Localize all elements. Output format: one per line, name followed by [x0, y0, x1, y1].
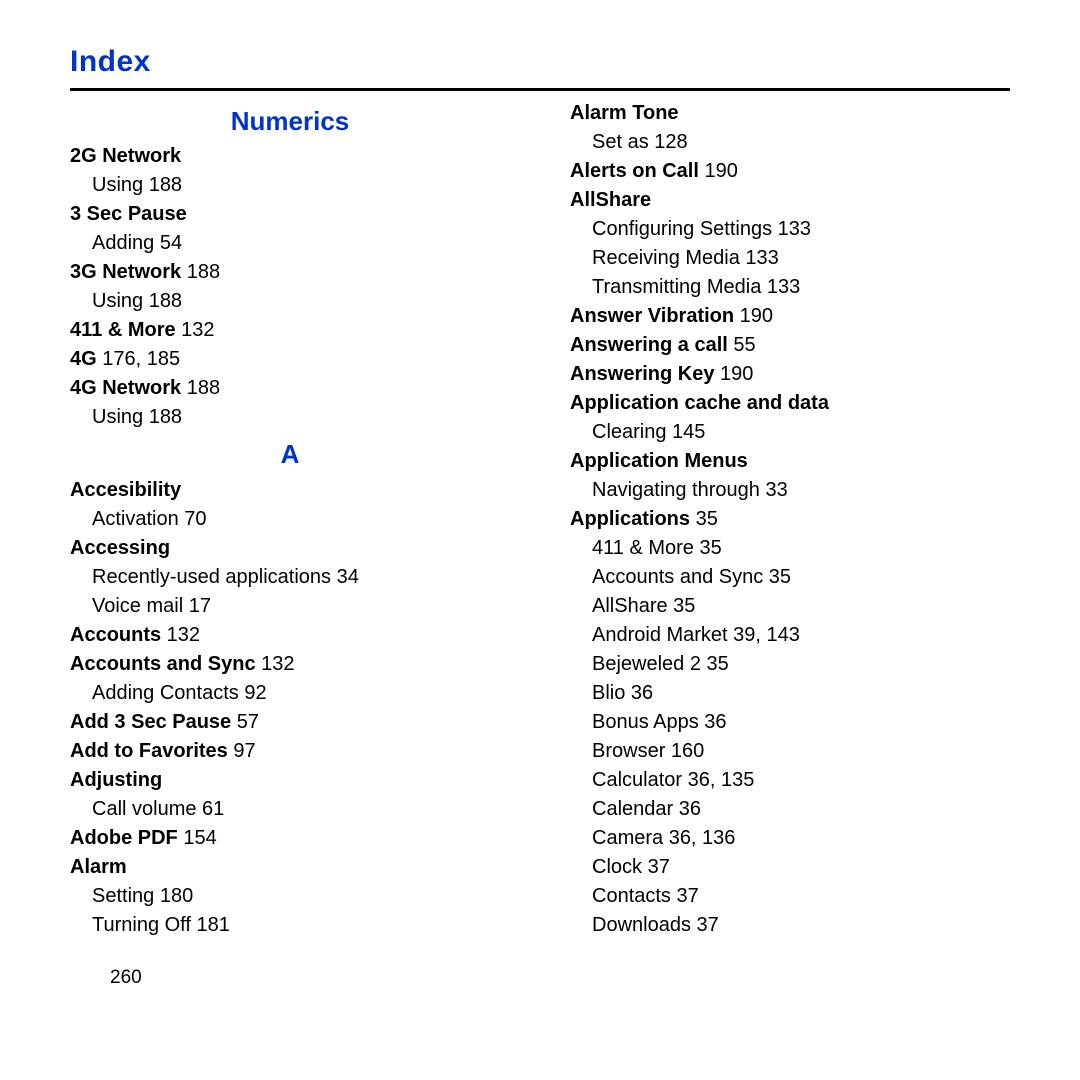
page-title: Index — [70, 40, 1010, 91]
index-topic: 4G 176, 185 — [70, 345, 510, 374]
index-subentry: Clock 37 — [570, 853, 1010, 882]
index-subentry: Camera 36, 136 — [570, 824, 1010, 853]
index-subentry: Receiving Media 133 — [570, 244, 1010, 273]
index-topic: 3G Network 188 — [70, 258, 510, 287]
index-subentry: Setting 180 — [70, 882, 510, 911]
index-topic: 3 Sec Pause — [70, 200, 510, 229]
index-block-numerics: 2G NetworkUsing 1883 Sec PauseAdding 543… — [70, 142, 510, 432]
index-block-a-right: Alarm ToneSet as 128Alerts on Call 190Al… — [570, 99, 1010, 940]
index-topic: Alerts on Call 190 — [570, 157, 1010, 186]
index-subentry: Contacts 37 — [570, 882, 1010, 911]
index-topic: Adjusting — [70, 766, 510, 795]
index-subentry: Turning Off 181 — [70, 911, 510, 940]
index-block-a-left: AccesibilityActivation 70AccessingRecent… — [70, 476, 510, 940]
column-left: Numerics 2G NetworkUsing 1883 Sec PauseA… — [70, 99, 510, 992]
index-subentry: Activation 70 — [70, 505, 510, 534]
section-header-a: A — [70, 436, 510, 474]
column-right: Alarm ToneSet as 128Alerts on Call 190Al… — [570, 99, 1010, 992]
index-topic: Answer Vibration 190 — [570, 302, 1010, 331]
index-subentry: Using 188 — [70, 403, 510, 432]
index-subentry: Transmitting Media 133 — [570, 273, 1010, 302]
index-subentry: Call volume 61 — [70, 795, 510, 824]
index-topic: Application Menus — [570, 447, 1010, 476]
index-topic: Accesibility — [70, 476, 510, 505]
index-topic: Accounts and Sync 132 — [70, 650, 510, 679]
index-subentry: Browser 160 — [570, 737, 1010, 766]
index-subentry: Bejeweled 2 35 — [570, 650, 1010, 679]
index-topic: 4G Network 188 — [70, 374, 510, 403]
index-subentry: Adding 54 — [70, 229, 510, 258]
index-topic: 411 & More 132 — [70, 316, 510, 345]
index-subentry: Bonus Apps 36 — [570, 708, 1010, 737]
index-subentry: AllShare 35 — [570, 592, 1010, 621]
page-number: 260 — [70, 964, 510, 992]
index-topic: Accounts 132 — [70, 621, 510, 650]
index-subentry: 411 & More 35 — [570, 534, 1010, 563]
index-topic: 2G Network — [70, 142, 510, 171]
index-subentry: Calendar 36 — [570, 795, 1010, 824]
index-topic: AllShare — [570, 186, 1010, 215]
index-subentry: Accounts and Sync 35 — [570, 563, 1010, 592]
index-topic: Answering a call 55 — [570, 331, 1010, 360]
index-subentry: Clearing 145 — [570, 418, 1010, 447]
index-topic: Accessing — [70, 534, 510, 563]
index-topic: Applications 35 — [570, 505, 1010, 534]
index-topic: Alarm — [70, 853, 510, 882]
index-subentry: Android Market 39, 143 — [570, 621, 1010, 650]
index-subentry: Recently-used applications 34 — [70, 563, 510, 592]
index-subentry: Blio 36 — [570, 679, 1010, 708]
index-subentry: Configuring Settings 133 — [570, 215, 1010, 244]
index-subentry: Set as 128 — [570, 128, 1010, 157]
section-header-numerics: Numerics — [70, 103, 510, 141]
index-subentry: Using 188 — [70, 171, 510, 200]
index-topic: Add to Favorites 97 — [70, 737, 510, 766]
index-topic: Answering Key 190 — [570, 360, 1010, 389]
index-columns: Numerics 2G NetworkUsing 1883 Sec PauseA… — [70, 99, 1010, 992]
index-topic: Alarm Tone — [570, 99, 1010, 128]
index-topic: Add 3 Sec Pause 57 — [70, 708, 510, 737]
index-subentry: Downloads 37 — [570, 911, 1010, 940]
index-topic: Application cache and data — [570, 389, 1010, 418]
index-subentry: Voice mail 17 — [70, 592, 510, 621]
index-subentry: Calculator 36, 135 — [570, 766, 1010, 795]
index-subentry: Using 188 — [70, 287, 510, 316]
index-topic: Adobe PDF 154 — [70, 824, 510, 853]
index-subentry: Adding Contacts 92 — [70, 679, 510, 708]
index-subentry: Navigating through 33 — [570, 476, 1010, 505]
